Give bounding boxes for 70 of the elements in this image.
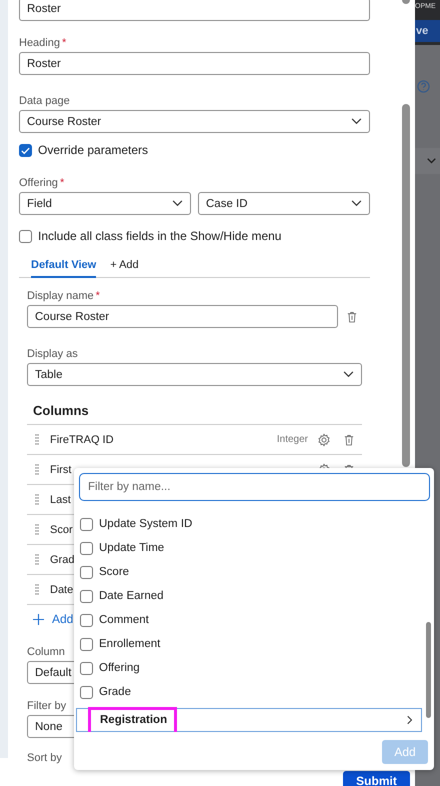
drag-handle-icon[interactable] [35, 584, 39, 596]
required-mark: * [60, 177, 64, 189]
field-label: Data page [19, 95, 70, 107]
field-option: Comment [99, 614, 149, 626]
field-option: Update Time [99, 542, 164, 554]
checkbox[interactable] [80, 518, 93, 530]
field-label: Display as [27, 348, 78, 360]
plus-icon[interactable] [33, 614, 44, 624]
drag-handle-icon[interactable] [35, 494, 39, 506]
column-name: First [50, 464, 72, 476]
select-field[interactable]: Course Roster [19, 110, 370, 133]
checkbox[interactable] [80, 542, 93, 554]
section-heading: Columns [33, 403, 90, 418]
select-field[interactable]: Field [19, 192, 191, 215]
scrollbar-thumb[interactable] [402, 104, 410, 467]
drag-handle-icon[interactable] [35, 524, 39, 536]
column-name: Date [50, 584, 74, 596]
checkbox[interactable] [80, 566, 93, 578]
column-name: Scor [50, 524, 73, 536]
text-field[interactable]: Roster [19, 0, 370, 21]
field-label: Filter by [27, 700, 66, 712]
chevron-down-icon [351, 118, 362, 125]
filter-field[interactable]: Filter by name... [79, 473, 430, 501]
field-option: Update System ID [99, 518, 192, 530]
column-name: Grad [50, 554, 74, 566]
field-option: Enrollement [99, 638, 160, 650]
checkbox[interactable] [80, 638, 93, 650]
field-label: Offering [19, 177, 58, 189]
field-option: Grade [99, 686, 131, 698]
chevron-right-icon [407, 715, 413, 725]
field-label: Column [27, 646, 65, 658]
drag-handle-icon[interactable] [35, 464, 39, 476]
field-label: Display name [27, 290, 94, 302]
text-field[interactable]: Roster [19, 52, 370, 75]
drag-handle-icon[interactable] [35, 554, 39, 566]
field-option: Offering [99, 662, 140, 674]
column-type: Integer [276, 434, 308, 445]
checkbox[interactable] [80, 686, 93, 698]
column-name: FireTRAQ ID [50, 434, 114, 446]
chevron-down-icon [172, 200, 183, 207]
chevron-down-icon [343, 371, 354, 378]
required-mark: * [96, 290, 100, 302]
submit-button[interactable]: Submit [343, 771, 410, 786]
drag-handle-icon[interactable] [35, 434, 39, 446]
tab[interactable]: Default View [31, 259, 96, 278]
add-link[interactable]: Add [52, 612, 74, 626]
checkbox[interactable] [80, 662, 93, 674]
select-field[interactable]: Case ID [198, 192, 370, 215]
field-option: Date Earned [99, 590, 164, 602]
select-field[interactable]: Table [27, 363, 362, 386]
field-option: Score [99, 566, 130, 578]
checkbox[interactable] [19, 230, 32, 242]
checkbox-label: Include all class fields in the Show/Hide menu [38, 229, 282, 243]
field-label: Sort by [27, 752, 62, 764]
column-name: Last [50, 494, 71, 506]
settings-icon[interactable] [317, 432, 331, 446]
text-field[interactable]: Course Roster [27, 305, 338, 328]
save-button[interactable]: ve [415, 20, 440, 45]
tab[interactable]: + Add [110, 259, 139, 278]
checkbox[interactable] [80, 614, 93, 626]
checkbox[interactable] [19, 144, 32, 156]
chevron-down-icon [427, 158, 436, 164]
trash-icon[interactable] [347, 310, 357, 322]
trash-icon[interactable] [344, 434, 354, 446]
group-option[interactable]: Registration [76, 708, 422, 732]
field-label: Heading [19, 37, 60, 49]
required-mark: * [62, 37, 66, 49]
checkbox-label: Override parameters [38, 143, 148, 157]
checkbox[interactable] [80, 590, 93, 602]
chevron-down-icon [351, 200, 362, 207]
